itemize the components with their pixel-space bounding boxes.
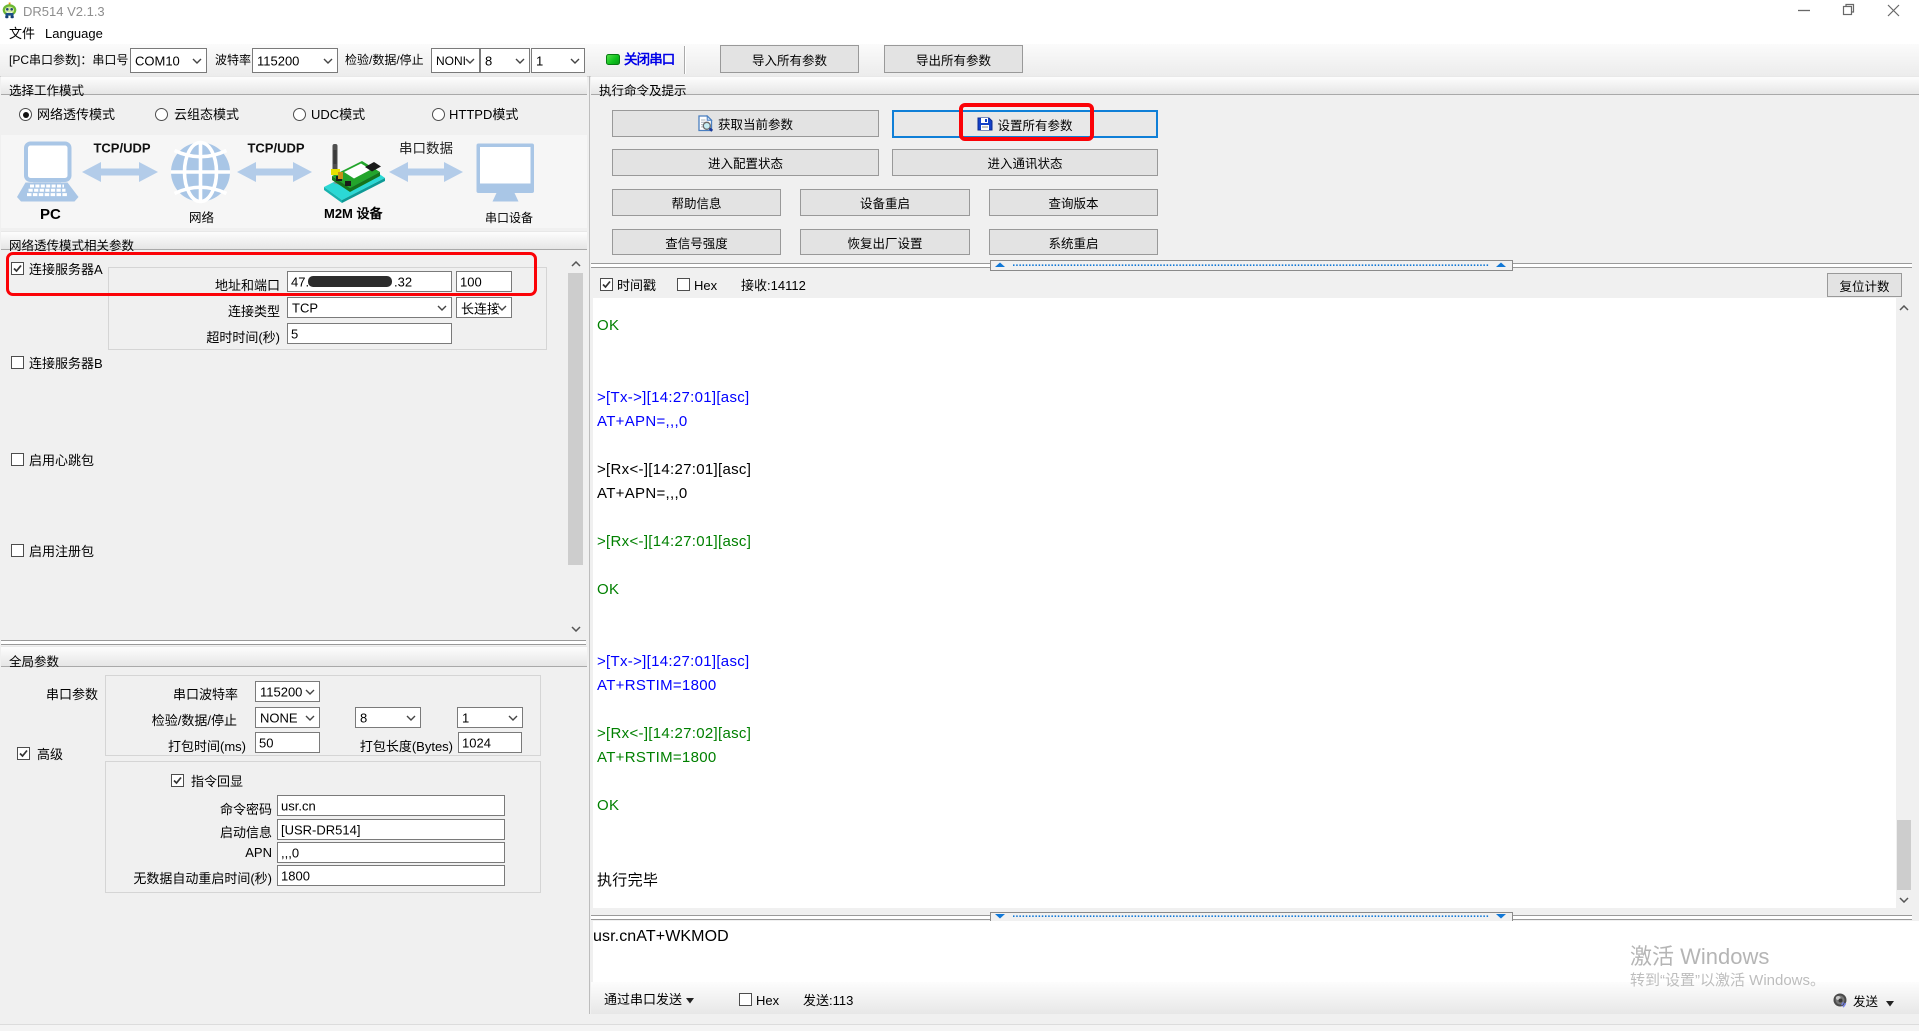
svg-text:TCP/UDP: TCP/UDP: [247, 141, 304, 156]
svg-text:串口数据: 串口数据: [399, 141, 453, 156]
svg-text:TCP/UDP: TCP/UDP: [93, 141, 150, 156]
